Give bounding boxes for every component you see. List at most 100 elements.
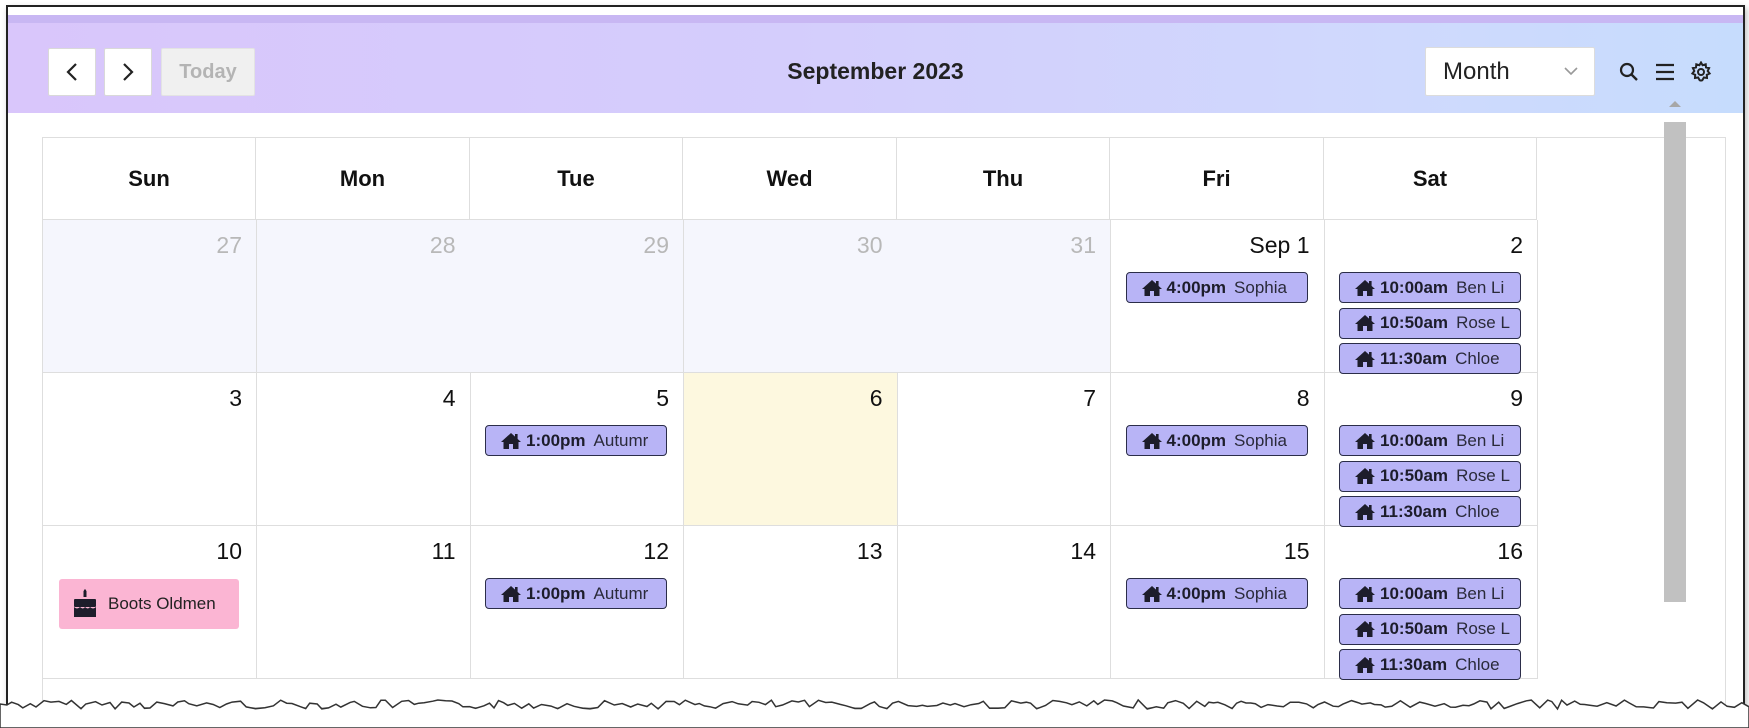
weekday-header-row: Sun Mon Tue Wed Thu Fri Sat: [43, 138, 1537, 219]
calendar-event[interactable]: 1:00pm Autumr: [485, 578, 667, 609]
day-number[interactable]: 15: [1284, 538, 1310, 565]
day-number[interactable]: 2: [1510, 232, 1523, 259]
day-number[interactable]: 6: [870, 385, 883, 412]
day-cell-today[interactable]: 6: [683, 373, 898, 526]
calendar-event[interactable]: 4:00pm Sophia: [1125, 578, 1308, 609]
day-number[interactable]: 12: [643, 538, 669, 565]
weekday-header-fri: Fri: [1111, 138, 1324, 219]
vertical-scrollbar-thumb[interactable]: [1664, 122, 1686, 602]
calendar-event[interactable]: 11:30am Chloe: [1339, 496, 1521, 527]
day-cell[interactable]: 27: [43, 220, 257, 373]
event-time: 10:00am: [1380, 277, 1449, 297]
house-icon: [1141, 279, 1162, 296]
day-number[interactable]: 31: [1070, 232, 1096, 259]
day-cell[interactable]: 3: [43, 373, 257, 526]
day-number[interactable]: 8: [1297, 385, 1310, 412]
day-cell[interactable]: 12 1:00pm Autumr: [470, 526, 684, 679]
house-icon: [1141, 432, 1162, 449]
event-title: Ben Li: [1456, 277, 1505, 297]
event-title: Ben Li: [1456, 583, 1505, 603]
calendar-event[interactable]: 10:50am Rose L: [1339, 307, 1521, 339]
event-title: Autumr: [593, 430, 649, 450]
event-title: Rose L: [1456, 466, 1510, 485]
house-icon: [1355, 585, 1375, 602]
calendar-event[interactable]: 10:50am Rose L: [1339, 613, 1521, 645]
day-number[interactable]: 13: [857, 538, 883, 565]
month-grid: Sun Mon Tue Wed Thu Fri Sat 27 28 29 30 31 Sep 1 4:0…: [42, 137, 1726, 707]
day-cell[interactable]: 29: [470, 220, 684, 373]
day-number[interactable]: Sep 1: [1249, 232, 1309, 259]
calendar-event[interactable]: 11:30am Chloe: [1339, 649, 1521, 680]
day-cell[interactable]: 16 10:00am Ben Li 10:50am Rose L 11:30am Chloe: [1324, 526, 1538, 680]
day-cell[interactable]: 4: [256, 373, 471, 526]
day-number[interactable]: 29: [643, 232, 669, 259]
search-button[interactable]: [1616, 59, 1642, 85]
event-time: 11:30am: [1380, 348, 1448, 368]
event-time: 4:00pm: [1166, 277, 1227, 297]
calendar-event[interactable]: 10:50am Rose L: [1339, 460, 1521, 492]
calendar-event[interactable]: 1:00pm Autumr: [485, 425, 667, 456]
scroll-up-arrow-icon[interactable]: [1667, 99, 1683, 109]
event-time: 10:00am: [1380, 430, 1449, 450]
house-icon: [1355, 656, 1375, 673]
day-cell[interactable]: 28: [256, 220, 471, 373]
view-select[interactable]: Month: [1425, 47, 1595, 96]
day-number[interactable]: 5: [656, 385, 669, 412]
header-top-border: [8, 15, 1743, 23]
calendar-event[interactable]: 4:00pm Sophia: [1125, 272, 1308, 303]
calendar-event[interactable]: 4:00pm Sophia: [1125, 425, 1308, 456]
weekday-header-tue: Tue: [470, 138, 683, 219]
house-icon: [1355, 432, 1375, 449]
day-number[interactable]: 30: [857, 232, 883, 259]
day-cell[interactable]: 13: [683, 526, 898, 679]
calendar-window: Today September 2023 Month Sun Mon Tue W…: [6, 5, 1745, 707]
event-title: Chloe: [1455, 501, 1500, 521]
event-time: 1:00pm: [526, 430, 586, 450]
house-icon: [1355, 468, 1375, 484]
day-number[interactable]: 16: [1497, 538, 1523, 565]
calendar-event[interactable]: 10:00am Ben Li: [1339, 578, 1521, 609]
event-title: Chloe: [1455, 654, 1500, 674]
day-number[interactable]: 28: [430, 232, 456, 259]
calendar-event[interactable]: 10:00am Ben Li: [1339, 272, 1521, 303]
birthday-event[interactable]: Boots Oldmen: [59, 579, 239, 629]
day-number[interactable]: 27: [216, 232, 242, 259]
day-cell[interactable]: 14: [897, 526, 1111, 679]
day-cell[interactable]: 7: [897, 373, 1111, 526]
day-number[interactable]: 14: [1070, 538, 1096, 565]
house-icon: [1355, 279, 1375, 296]
house-icon: [1141, 585, 1162, 602]
calendar-event[interactable]: 11:30am Chloe: [1339, 343, 1521, 374]
house-icon: [501, 585, 521, 602]
calendar-event[interactable]: 10:00am Ben Li: [1339, 425, 1521, 456]
day-cell[interactable]: 5 1:00pm Autumr: [470, 373, 684, 526]
day-number[interactable]: 7: [1083, 385, 1096, 412]
menu-button[interactable]: [1652, 59, 1678, 85]
day-number[interactable]: 9: [1510, 385, 1523, 412]
event-time: 10:00am: [1380, 583, 1449, 603]
day-cell[interactable]: Sep 1 4:00pm Sophia: [1110, 220, 1325, 373]
house-icon: [1355, 621, 1375, 637]
day-cell[interactable]: 2 10:00am Ben Li 10:50am Rose L 11:30am Chloe: [1324, 220, 1538, 374]
event-time: 10:50am: [1380, 466, 1449, 485]
weekday-header-wed: Wed: [684, 138, 897, 219]
day-cell[interactable]: 9 10:00am Ben Li 10:50am Rose L 11:30am Chloe: [1324, 373, 1538, 527]
torn-edge-decoration: [0, 698, 1749, 728]
weekday-header-thu: Thu: [897, 138, 1110, 219]
calendar-header: Today September 2023 Month: [8, 15, 1743, 113]
day-number[interactable]: 10: [216, 538, 242, 565]
day-number[interactable]: 3: [229, 385, 242, 412]
day-cell[interactable]: 15 4:00pm Sophia: [1110, 526, 1325, 679]
birthday-name: Boots Oldmen: [108, 594, 216, 613]
day-cell[interactable]: 31: [897, 220, 1111, 373]
day-cell[interactable]: 30: [683, 220, 898, 373]
day-cell[interactable]: 8 4:00pm Sophia: [1110, 373, 1325, 526]
chevron-down-icon: [1564, 67, 1578, 76]
day-cell[interactable]: 11: [256, 526, 471, 679]
settings-button[interactable]: [1688, 59, 1714, 85]
day-number[interactable]: 4: [443, 385, 456, 412]
event-time: 4:00pm: [1166, 583, 1227, 603]
day-number[interactable]: 11: [432, 538, 456, 565]
view-select-value: Month: [1443, 57, 1510, 85]
day-cell[interactable]: 10 Boots Oldmen: [43, 526, 257, 679]
